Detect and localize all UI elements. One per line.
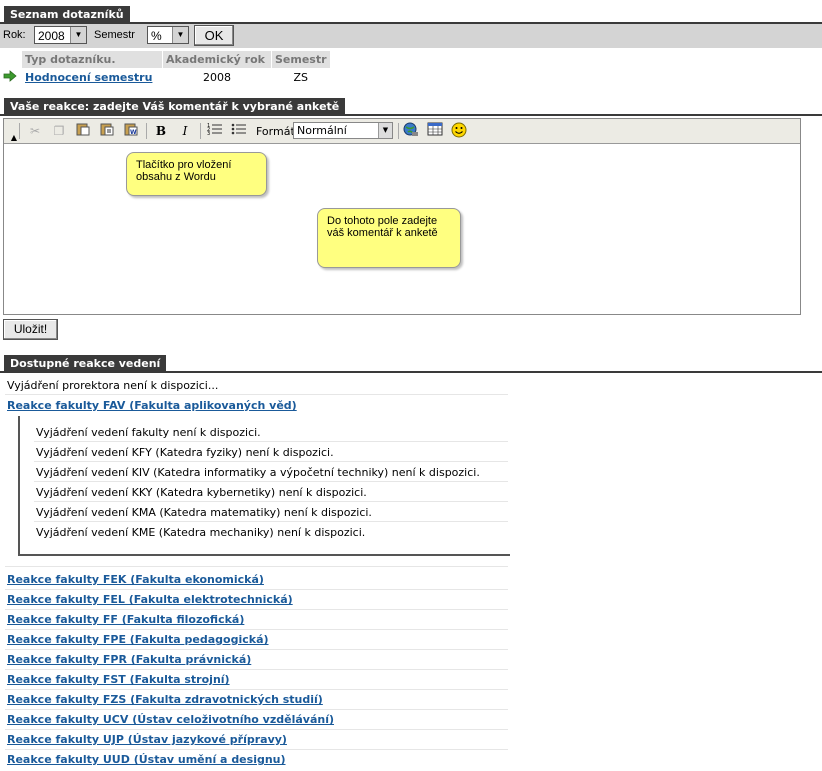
row-divider (5, 689, 508, 690)
chevron-down-icon: ▼ (378, 123, 392, 138)
toolbar-separator (146, 123, 147, 139)
save-button[interactable]: Uložit! (3, 319, 58, 340)
toolbar-separator (200, 123, 201, 139)
section-title: Dostupné reakce vedení (4, 355, 167, 372)
tooltip-text: Do tohoto pole zadejte váš komentář k an… (327, 215, 438, 239)
row-divider (5, 749, 508, 750)
bullet-list-icon[interactable] (230, 122, 248, 140)
cut-icon[interactable]: ✂ (26, 122, 44, 140)
faculty-link-uud[interactable]: Reakce fakulty UUD (Ústav umění a design… (7, 753, 286, 766)
list-item: Vyjádření vedení KKY (Katedra kybernetik… (36, 486, 367, 499)
table-cell-year: 2008 (163, 69, 271, 86)
list-item: Vyjádření vedení KME (Katedra mechaniky)… (36, 526, 366, 539)
paste-from-word-icon[interactable]: W (122, 122, 140, 140)
format-select-value: Normální (297, 124, 347, 137)
tooltip-text: Tlačítko pro vložení obsahu z Wordu (136, 159, 232, 183)
year-select[interactable]: 2008 ▼ (34, 26, 87, 44)
row-divider (5, 609, 508, 610)
editor-toolbar: ▲ ✂ ❐ W B I 123 Formát Normální ▼ (4, 119, 800, 144)
smiley-icon[interactable] (450, 122, 468, 140)
table-row: Hodnocení semestru 2008 ZS (3, 69, 330, 86)
column-header-year: Akademický rok (163, 51, 271, 68)
questionnaire-table: Typ dotazníku. Akademický rok Semestr Ho… (2, 50, 331, 87)
svg-text:3: 3 (207, 131, 210, 136)
section-divider (0, 371, 822, 373)
table-cell-type: Hodnocení semestru (22, 69, 162, 86)
list-item: Vyjádření vedení KMA (Katedra matematiky… (36, 506, 372, 519)
faculty-link-fek[interactable]: Reakce fakulty FEK (Fakulta ekonomická) (7, 573, 264, 586)
paste-text-icon[interactable] (98, 122, 116, 140)
row-divider (5, 629, 508, 630)
row-divider (5, 566, 508, 567)
faculty-link-fav[interactable]: Reakce fakulty FAV (Fakulta aplikovaných… (7, 399, 297, 412)
faculty-link-fel[interactable]: Reakce fakulty FEL (Fakulta elektrotechn… (7, 593, 293, 606)
faculty-link-ff[interactable]: Reakce fakulty FF (Fakulta filozofická) (7, 613, 244, 626)
column-header-type: Typ dotazníku. (22, 51, 162, 68)
year-select-value: 2008 (38, 29, 65, 43)
section-title: Seznam dotazníků (4, 6, 130, 23)
list-item: Vyjádření vedení fakulty není k dispozic… (36, 426, 261, 439)
arrow-right-icon (3, 69, 21, 86)
tooltip-paste-from-word: Tlačítko pro vložení obsahu z Wordu (126, 152, 267, 196)
arrow-column-header (3, 51, 21, 68)
row-divider (5, 669, 508, 670)
faculty-link-ucv[interactable]: Reakce fakulty UCV (Ústav celoživotního … (7, 713, 334, 726)
row-divider (34, 501, 508, 502)
row-divider (34, 441, 508, 442)
table-icon[interactable] (426, 122, 444, 140)
ordered-list-icon[interactable]: 123 (206, 122, 224, 140)
format-select[interactable]: Normální ▼ (293, 122, 393, 139)
bold-icon[interactable]: B (152, 122, 170, 140)
toolbar-separator (398, 123, 399, 139)
ok-button[interactable]: OK (194, 25, 234, 46)
semester-select-value: % (151, 29, 162, 43)
questionnaire-link[interactable]: Hodnocení semestru (25, 71, 152, 84)
row-divider (5, 589, 508, 590)
list-item: Vyjádření vedení KFY (Katedra fyziky) ne… (36, 446, 334, 459)
row-divider (5, 649, 508, 650)
faculty-link-ujp[interactable]: Reakce fakulty UJP (Ústav jazykové přípr… (7, 733, 287, 746)
row-divider (34, 521, 508, 522)
svg-text:W: W (130, 129, 137, 136)
row-divider (34, 481, 508, 482)
paste-icon[interactable] (74, 122, 92, 140)
chevron-down-icon: ▼ (172, 27, 188, 43)
tooltip-comment-field: Do tohoto pole zadejte váš komentář k an… (317, 208, 461, 268)
row-divider (5, 394, 508, 395)
year-label: Rok: (3, 29, 26, 41)
row-divider (5, 709, 508, 710)
table-cell-semester: ZS (272, 69, 330, 86)
format-label: Formát (256, 125, 295, 138)
copy-icon[interactable]: ❐ (50, 122, 68, 140)
section-divider (0, 114, 822, 116)
list-item: Vyjádření vedení KIV (Katedra informatik… (36, 466, 480, 479)
section-title: Vaše reakce: zadejte Váš komentář k vybr… (4, 98, 346, 115)
chevron-down-icon: ▼ (70, 27, 86, 43)
semester-label: Semestr (94, 29, 135, 41)
faculty-link-fzs[interactable]: Reakce fakulty FZS (Fakulta zdravotnický… (7, 693, 323, 706)
table-header-row: Typ dotazníku. Akademický rok Semestr (3, 51, 330, 68)
row-divider (34, 461, 508, 462)
fav-department-list: Vyjádření vedení fakulty není k dispozic… (18, 416, 510, 556)
row-divider (5, 729, 508, 730)
faculty-link-fst[interactable]: Reakce fakulty FST (Fakulta strojní) (7, 673, 230, 686)
column-header-semester: Semestr (272, 51, 330, 68)
faculty-link-fpe[interactable]: Reakce fakulty FPE (Fakulta pedagogická) (7, 633, 269, 646)
link-globe-icon[interactable] (402, 122, 420, 140)
prorector-statement: Vyjádření prorektora není k dispozici... (7, 379, 219, 392)
filter-bar: Rok: 2008 ▼ Semestr % ▼ OK (0, 24, 822, 48)
italic-icon[interactable]: I (176, 122, 194, 140)
faculty-link-fpr[interactable]: Reakce fakulty FPR (Fakulta právnická) (7, 653, 251, 666)
semester-select[interactable]: % ▼ (147, 26, 189, 44)
toolbar-separator (19, 123, 20, 139)
